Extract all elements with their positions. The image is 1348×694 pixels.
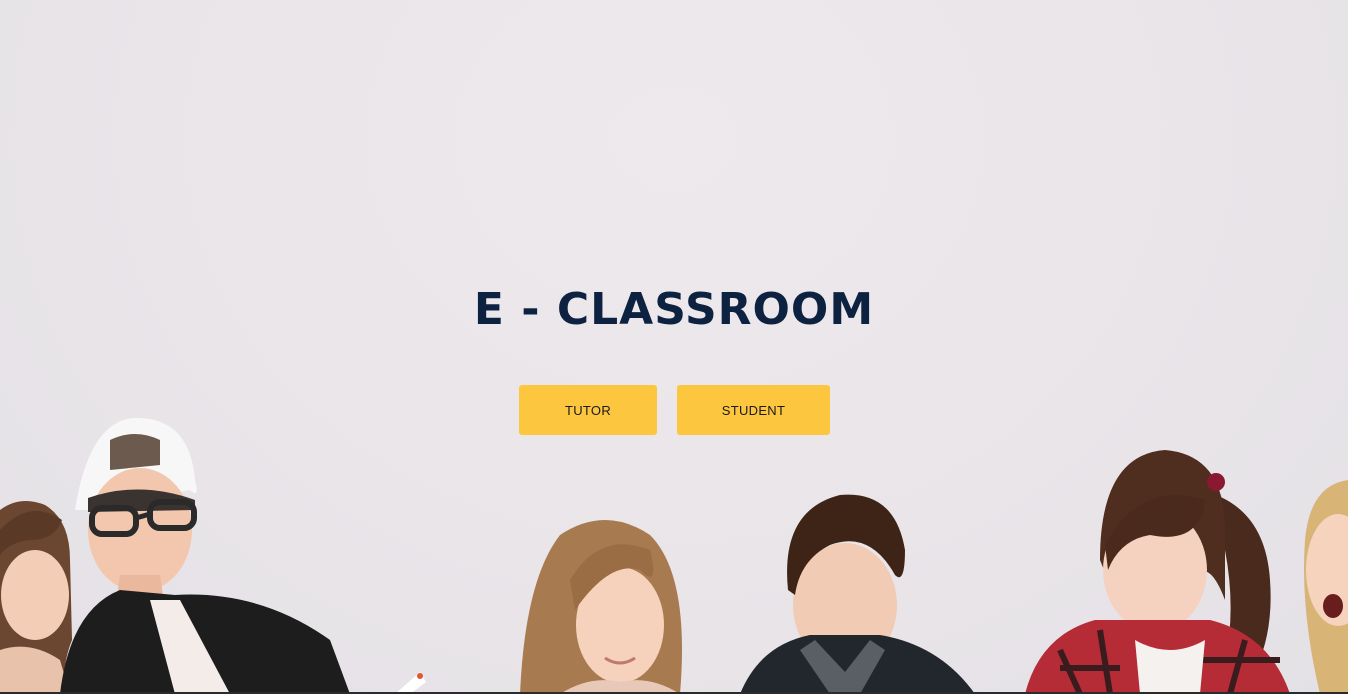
hero-section: E - CLASSROOM TUTOR STUDENT bbox=[0, 0, 1348, 694]
page-title: E - CLASSROOM bbox=[473, 284, 875, 335]
student-figure-left-girl bbox=[0, 501, 72, 694]
students-photo bbox=[0, 417, 1348, 694]
student-figure-center-boy bbox=[740, 494, 975, 694]
student-figure-boy-cap bbox=[60, 417, 426, 694]
student-figure-center-girl bbox=[520, 520, 682, 694]
student-figure-far-right-girl bbox=[1304, 480, 1348, 694]
student-figure-right-girl bbox=[1025, 450, 1290, 694]
